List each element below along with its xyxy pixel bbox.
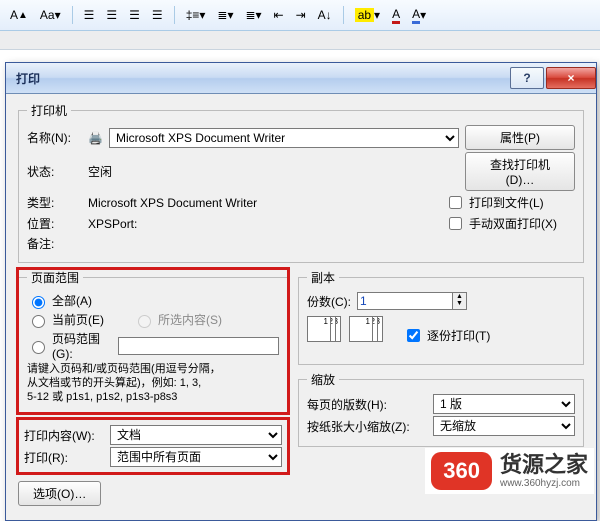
indent-increase-icon[interactable]: ⇥ [292,5,310,25]
pages-radio[interactable] [32,341,45,354]
logo-url: www.360hyzj.com [500,478,588,489]
print-what-select[interactable]: 文档 [110,425,282,445]
per-sheet-label: 每页的版数(H): [307,396,427,413]
selection-label: 所选内容(S) [158,311,222,328]
align-left-icon[interactable]: ☰ [80,5,99,25]
font-color-icon[interactable]: A [388,4,404,27]
type-label: 类型: [27,194,82,211]
ruler [0,31,600,50]
zoom-legend: 缩放 [307,371,339,388]
spin-down-icon[interactable]: ▼ [453,300,466,307]
collate-icon-2: 3 2 1 [349,316,385,354]
per-sheet-select[interactable]: 1 版 [433,394,575,414]
find-printer-button[interactable]: 查找打印机(D)… [465,152,575,191]
pages-label: 页码范围(G): [52,330,112,361]
line-spacing-icon[interactable]: ‡≡▾ [182,5,210,25]
pages-hint-3: 5-12 或 p1s1, p1s2, p1s3-p8s3 [27,391,279,405]
align-center-icon[interactable]: ☰ [102,5,121,25]
printer-icon: 🖨️ [88,131,103,145]
print-what-label: 打印内容(W): [24,427,104,444]
align-right-icon[interactable]: ☰ [125,5,144,25]
type-value: Microsoft XPS Document Writer [88,196,439,210]
status-value: 空闲 [88,163,459,180]
font-size-toggle-icon[interactable]: A▲ [6,5,32,25]
print-range-select[interactable]: 范围中所有页面 [110,447,282,467]
logo-brand: 货源之家 [500,453,588,477]
manual-duplex-label: 手动双面打印(X) [469,215,557,232]
dialog-title: 打印 [16,70,40,87]
printer-group: 打印机 名称(N): 🖨️ Microsoft XPS Document Wri… [18,102,584,263]
char-shading-icon[interactable]: A▾ [408,4,430,27]
spin-up-icon[interactable]: ▲ [453,293,466,300]
manual-duplex-checkbox[interactable] [449,217,462,230]
logo-badge: 360 [431,452,492,490]
align-justify-icon[interactable]: ☰ [148,5,167,25]
where-value: XPSPort: [88,217,439,231]
scale-select[interactable]: 无缩放 [433,416,575,436]
copies-group: 副本 份数(C): ▲ ▼ 3 [298,269,584,365]
copies-input[interactable] [358,293,452,309]
formatting-toolbar[interactable]: A▲ Aa▾ ☰ ☰ ☰ ☰ ‡≡▾ ≣▾ ≣▾ ⇤ ⇥ A↓ ab▾ A A▾ [0,0,600,31]
pages-hint-1: 请键入页码和/或页码范围(用逗号分隔， [27,363,279,377]
page-range-group: 页面范围 全部(A) 当前页(E) [18,269,288,413]
print-to-file-checkbox[interactable] [449,196,462,209]
printer-name-select[interactable]: Microsoft XPS Document Writer [109,128,459,148]
print-range-label: 打印(R): [24,449,104,466]
bullets-icon[interactable]: ≣▾ [213,5,237,25]
close-button[interactable]: × [546,67,596,89]
collate-label: 逐份打印(T) [427,327,490,344]
all-pages-label: 全部(A) [52,292,92,309]
zoom-group: 缩放 每页的版数(H): 1 版 按纸张大小缩放(Z): 无缩放 [298,371,584,447]
printer-legend: 打印机 [27,102,71,119]
all-pages-radio[interactable] [32,296,45,309]
current-page-label: 当前页(E) [52,311,104,328]
current-page-radio[interactable] [32,315,45,328]
comment-label: 备注: [27,235,82,252]
copies-legend: 副本 [307,269,339,286]
properties-button[interactable]: 属性(P) [465,125,575,150]
printer-name-label: 名称(N): [27,129,82,146]
help-button[interactable]: ? [510,67,544,89]
pages-input[interactable] [118,337,279,355]
collate-icon-1: 3 2 1 [307,316,343,354]
watermark-logo: 360 货源之家 www.360hyzj.com [425,448,594,494]
copies-spinner[interactable]: ▲ ▼ [357,292,467,310]
collate-checkbox[interactable] [407,329,420,342]
dialog-titlebar: 打印 ? × [6,63,596,94]
sort-icon[interactable]: A↓ [314,5,336,25]
indent-decrease-icon[interactable]: ⇤ [270,5,288,25]
scale-label: 按纸张大小缩放(Z): [307,418,427,435]
copies-label: 份数(C): [307,293,351,310]
page-range-legend: 页面范围 [27,269,83,286]
print-to-file-label: 打印到文件(L) [469,194,544,211]
numbering-icon[interactable]: ≣▾ [241,5,265,25]
where-label: 位置: [27,215,82,232]
pages-hint-2: 从文档或节的开头算起)，例如: 1, 3, [27,377,279,391]
highlight-icon[interactable]: ab▾ [351,5,384,25]
selection-radio [138,315,151,328]
options-button[interactable]: 选项(O)… [18,481,101,506]
print-what-group: 打印内容(W): 文档 打印(R): 范围中所有页面 [18,419,288,473]
status-label: 状态: [27,163,82,180]
case-change-icon[interactable]: Aa▾ [36,5,65,25]
